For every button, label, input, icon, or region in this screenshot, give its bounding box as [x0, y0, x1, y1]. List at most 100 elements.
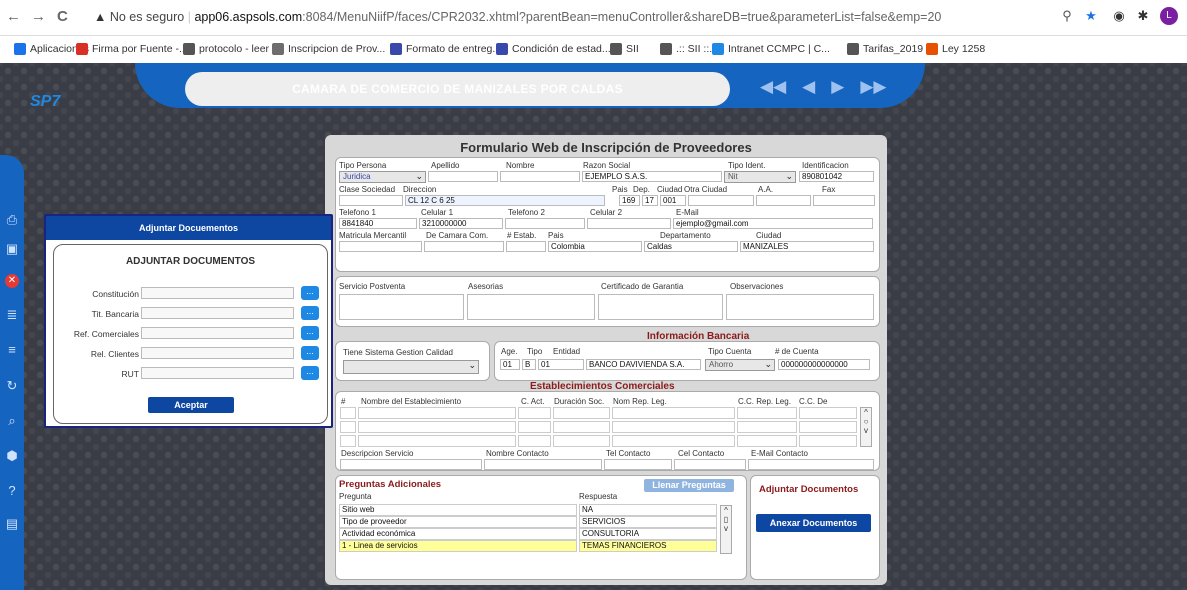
telefono1-field[interactable]: 8841840: [339, 218, 417, 229]
cel-contacto-field[interactable]: [674, 459, 746, 470]
pais-code-field[interactable]: 169: [619, 195, 640, 206]
tel-contacto-field[interactable]: [604, 459, 672, 470]
establishment-cell[interactable]: [340, 435, 356, 447]
bookmark-item[interactable]: Intranet CCMPC | C...: [712, 43, 830, 55]
db-add-icon[interactable]: ≣: [4, 307, 20, 323]
de-camara-field[interactable]: [424, 241, 504, 252]
extension-icon[interactable]: ◉: [1110, 7, 1128, 25]
excel-icon[interactable]: ▤: [4, 516, 20, 532]
browse-button[interactable]: ...: [301, 306, 319, 320]
clase-sociedad-field[interactable]: [339, 195, 403, 206]
establishment-cell[interactable]: [737, 435, 797, 447]
prev-record-icon[interactable]: ◀: [802, 77, 815, 97]
establishment-cell[interactable]: [612, 407, 735, 419]
cancel-icon[interactable]: ✕: [5, 274, 19, 288]
bookmark-item[interactable]: .:: SII ::.: [660, 43, 712, 55]
establishment-cell[interactable]: [737, 407, 797, 419]
url-field[interactable]: ▲ No es seguro | app06.aspsols.com:8084/…: [94, 10, 941, 24]
bookmark-item[interactable]: Tarifas_2019: [847, 43, 923, 55]
celular1-field[interactable]: 3210000000: [419, 218, 503, 229]
search-doc-icon[interactable]: ⌕: [4, 413, 20, 429]
document-file-field[interactable]: [141, 307, 294, 319]
establishment-cell[interactable]: [358, 407, 516, 419]
bookmark-item[interactable]: protocolo - leer: [183, 43, 269, 55]
direccion-field[interactable]: CL 12 C 6 25: [405, 195, 605, 206]
respuesta-field[interactable]: TEMAS FINANCIEROS: [579, 540, 717, 552]
next-record-icon[interactable]: ▶: [831, 77, 844, 97]
save-icon[interactable]: ▣: [4, 241, 20, 257]
establishment-cell[interactable]: [340, 421, 356, 433]
tipo-field[interactable]: B: [522, 359, 536, 370]
establishment-cell[interactable]: [553, 421, 610, 433]
pais-field[interactable]: Colombia: [548, 241, 642, 252]
celular2-field[interactable]: [587, 218, 671, 229]
bookmark-item[interactable]: Formato de entreg...: [390, 43, 501, 55]
establishment-cell[interactable]: [553, 407, 610, 419]
bookmark-item[interactable]: Firma por Fuente -...: [76, 43, 188, 55]
entidad-code-field[interactable]: 01: [538, 359, 584, 370]
tipo-persona-select[interactable]: Juridica ⌄: [339, 171, 426, 183]
document-file-field[interactable]: [141, 347, 294, 359]
matricula-field[interactable]: [339, 241, 422, 252]
respuesta-field[interactable]: NA: [579, 504, 717, 516]
aceptar-button[interactable]: Aceptar: [148, 397, 234, 413]
bookmark-item[interactable]: Condición de estad...: [496, 43, 611, 55]
establishment-cell[interactable]: [799, 407, 857, 419]
entidad-field[interactable]: BANCO DAVIVIENDA S.A.: [586, 359, 701, 370]
establishment-cell[interactable]: [518, 407, 551, 419]
anexar-documentos-button[interactable]: Anexar Documentos: [756, 514, 871, 532]
nombre-field[interactable]: [500, 171, 580, 182]
establishment-cell[interactable]: [612, 435, 735, 447]
establishment-cell[interactable]: [553, 435, 610, 447]
nombre-contacto-field[interactable]: [484, 459, 602, 470]
establishment-cell[interactable]: [358, 421, 516, 433]
servicio-postventa-textarea[interactable]: [339, 294, 464, 320]
tipo-cuenta-select[interactable]: Ahorro ⌄: [705, 359, 775, 371]
help-icon[interactable]: ?: [4, 483, 20, 499]
aa-field[interactable]: [756, 195, 811, 206]
settings-icon[interactable]: ⬢: [4, 448, 20, 464]
descripcion-servicio-field[interactable]: [340, 459, 482, 470]
star-icon[interactable]: ★: [1082, 7, 1100, 25]
establishment-cell[interactable]: [799, 421, 857, 433]
bookmark-item[interactable]: Inscripcion de Prov...: [272, 43, 385, 55]
browse-button[interactable]: ...: [301, 286, 319, 300]
ciudad-code-field[interactable]: 001: [660, 195, 686, 206]
tipo-ident-select[interactable]: Nit ⌄: [724, 171, 796, 183]
establishment-cell[interactable]: [358, 435, 516, 447]
establishment-cell[interactable]: [612, 421, 735, 433]
asesorias-textarea[interactable]: [467, 294, 595, 320]
establishment-cell[interactable]: [799, 435, 857, 447]
browse-button[interactable]: ...: [301, 366, 319, 380]
ciudad-field[interactable]: MANIZALES: [740, 241, 874, 252]
respuesta-field[interactable]: SERVICIOS: [579, 516, 717, 528]
establishments-scrollbar[interactable]: ^ ○ v: [860, 407, 872, 447]
browse-button[interactable]: ...: [301, 346, 319, 360]
email-contacto-field[interactable]: [748, 459, 874, 470]
refresh-icon[interactable]: ↻: [4, 378, 20, 394]
document-file-field[interactable]: [141, 287, 294, 299]
preguntas-scrollbar[interactable]: ^ ▯ v: [720, 505, 732, 554]
establishment-cell[interactable]: [518, 435, 551, 447]
razon-social-field[interactable]: EJEMPLO S.A.S.: [582, 171, 722, 182]
dep-code-field[interactable]: 17: [642, 195, 658, 206]
profile-icon[interactable]: L: [1160, 7, 1178, 25]
llenar-preguntas-button[interactable]: Llenar Preguntas: [644, 479, 734, 492]
reload-button[interactable]: C: [57, 8, 68, 26]
telefono2-field[interactable]: [505, 218, 585, 229]
observaciones-textarea[interactable]: [726, 294, 874, 320]
fax-field[interactable]: [813, 195, 875, 206]
puzzle-icon[interactable]: ✱: [1134, 7, 1152, 25]
forward-button[interactable]: →: [31, 8, 46, 26]
establishment-cell[interactable]: [737, 421, 797, 433]
establishment-cell[interactable]: [518, 421, 551, 433]
establishment-cell[interactable]: [340, 407, 356, 419]
age-field[interactable]: 01: [500, 359, 520, 370]
bookmark-item[interactable]: SII: [610, 43, 639, 55]
num-estab-field[interactable]: [506, 241, 546, 252]
num-cuenta-field[interactable]: 000000000000000: [778, 359, 870, 370]
document-file-field[interactable]: [141, 327, 294, 339]
email-field[interactable]: ejemplo@gmail.com: [673, 218, 873, 229]
identificacion-field[interactable]: 890801042: [799, 171, 874, 182]
print-icon[interactable]: ⎙: [4, 212, 20, 228]
